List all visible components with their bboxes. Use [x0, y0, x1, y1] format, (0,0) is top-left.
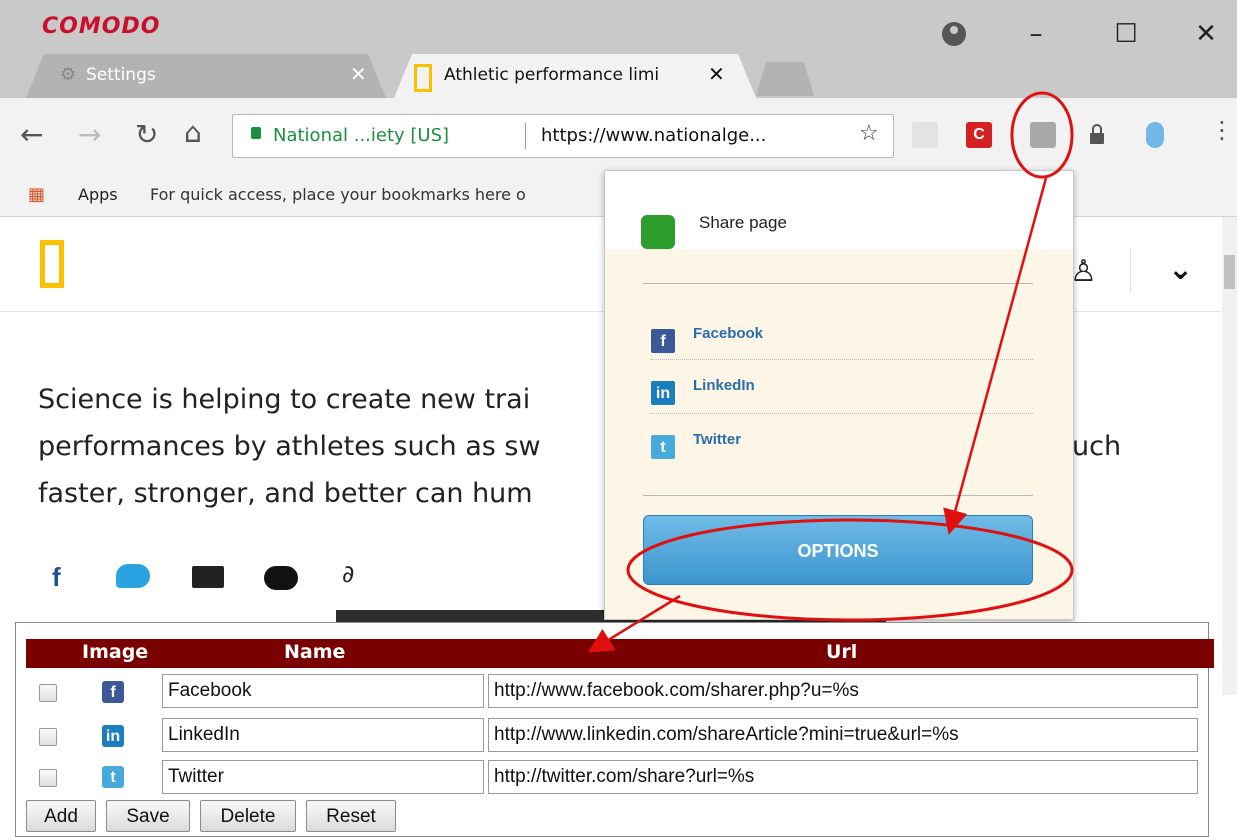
row-checkbox[interactable]: [39, 728, 57, 746]
bookmark-star-icon[interactable]: ☆: [859, 121, 879, 146]
site-identity: National ...iety [US]: [273, 125, 450, 146]
tab-close-icon[interactable]: ✕: [350, 62, 367, 86]
padlock-extension-icon[interactable]: [1090, 124, 1104, 144]
minimize-icon[interactable]: –: [1010, 14, 1062, 54]
popup-title: Share page: [699, 213, 787, 232]
url-field[interactable]: http://www.facebook.com/sharer.php?u=%s: [488, 674, 1198, 708]
comodo-c-extension-icon[interactable]: C: [966, 122, 992, 148]
reset-button[interactable]: Reset: [306, 800, 396, 832]
user-icon[interactable]: ♙: [1070, 254, 1097, 289]
share-options-panel: Image Name Url f Facebook http://www.fac…: [15, 622, 1214, 837]
lock-icon: [251, 127, 261, 139]
linkedin-icon: in: [102, 725, 124, 747]
facebook-icon: f: [102, 681, 124, 703]
header-divider-vertical: [1130, 248, 1131, 292]
column-header-name: Name: [284, 641, 346, 663]
popup-separator: [643, 495, 1033, 496]
browser-titlebar: COMODO – ☐ ✕ ⚙ Settings ✕ Athletic perfo…: [0, 0, 1237, 98]
new-tab-button[interactable]: [756, 62, 814, 96]
comodo-brand: COMODO: [42, 14, 161, 39]
url-field[interactable]: http://www.linkedin.com/shareArticle?min…: [488, 718, 1198, 752]
row-checkbox[interactable]: [39, 684, 57, 702]
email-share-icon[interactable]: [192, 566, 224, 588]
forward-icon[interactable]: →: [78, 118, 101, 151]
natgeo-logo[interactable]: [40, 240, 64, 288]
tab-athletic-performance[interactable]: Athletic performance limi ✕: [394, 54, 756, 98]
name-field[interactable]: LinkedIn: [162, 718, 484, 752]
share-page-popup: Share page f Facebook in LinkedIn t Twit…: [604, 170, 1074, 620]
url-field[interactable]: http://twitter.com/share?url=%s: [488, 760, 1198, 794]
url-divider: [525, 123, 526, 149]
popup-header: Share page: [605, 171, 1073, 249]
column-header-image: Image: [82, 641, 149, 663]
reload-icon[interactable]: ↻: [135, 118, 158, 151]
linkedin-icon: in: [651, 381, 675, 405]
close-window-icon[interactable]: ✕: [1180, 14, 1232, 54]
link-share-icon[interactable]: ∂: [342, 560, 354, 588]
row-checkbox[interactable]: [39, 769, 57, 787]
save-button[interactable]: Save: [106, 800, 190, 832]
twitter-icon: t: [651, 435, 675, 459]
bookmarks-hint: For quick access, place your bookmarks h…: [150, 185, 526, 204]
url-text: https://www.nationalge...: [541, 125, 767, 146]
menu-icon[interactable]: ⋮: [1210, 116, 1234, 144]
tab-settings[interactable]: ⚙ Settings ✕: [26, 54, 386, 98]
share-page-extension-icon[interactable]: [1030, 122, 1056, 148]
tab-title: Athletic performance limi: [444, 65, 660, 85]
column-header-url: Url: [826, 641, 858, 663]
share-page-logo-icon: [641, 215, 675, 249]
chevron-down-icon[interactable]: ⌄: [1168, 252, 1193, 287]
article-tail: uch: [1072, 431, 1122, 462]
address-bar[interactable]: National ...iety [US] https://www.nation…: [232, 114, 894, 158]
share-linkedin-link[interactable]: LinkedIn: [693, 377, 755, 394]
profile-icon[interactable]: [942, 22, 966, 46]
home-icon[interactable]: ⌂: [184, 116, 202, 149]
share-twitter-link[interactable]: Twitter: [693, 431, 741, 448]
gear-icon: ⚙: [60, 64, 77, 85]
twitter-share-icon[interactable]: [116, 564, 150, 588]
options-table-header: Image Name Url: [26, 639, 1214, 668]
tab-close-icon[interactable]: ✕: [708, 62, 725, 86]
options-button[interactable]: OPTIONS: [643, 515, 1033, 585]
name-field[interactable]: Twitter: [162, 760, 484, 794]
natgeo-favicon-icon: [414, 64, 432, 92]
add-button[interactable]: Add: [26, 800, 96, 832]
back-icon[interactable]: ←: [20, 118, 43, 151]
vpn-extension-icon[interactable]: [1146, 122, 1164, 148]
facebook-icon: f: [651, 329, 675, 353]
apps-label[interactable]: Apps: [78, 185, 118, 204]
popup-dotted-separator: [651, 359, 1033, 360]
tab-title: Settings: [86, 65, 156, 85]
name-field[interactable]: Facebook: [162, 674, 484, 708]
comment-share-icon[interactable]: [264, 566, 298, 590]
download-extension-icon[interactable]: [912, 122, 938, 148]
facebook-share-icon[interactable]: f: [52, 562, 61, 593]
delete-button[interactable]: Delete: [200, 800, 296, 832]
page-scrollbar[interactable]: [1222, 217, 1237, 695]
popup-separator: [643, 283, 1033, 284]
scrollbar-thumb[interactable]: [1224, 255, 1235, 289]
popup-dotted-separator: [651, 413, 1033, 414]
maximize-icon[interactable]: ☐: [1100, 14, 1152, 54]
apps-grid-icon[interactable]: ▦: [28, 184, 45, 205]
twitter-icon: t: [102, 766, 124, 788]
share-facebook-link[interactable]: Facebook: [693, 325, 763, 342]
